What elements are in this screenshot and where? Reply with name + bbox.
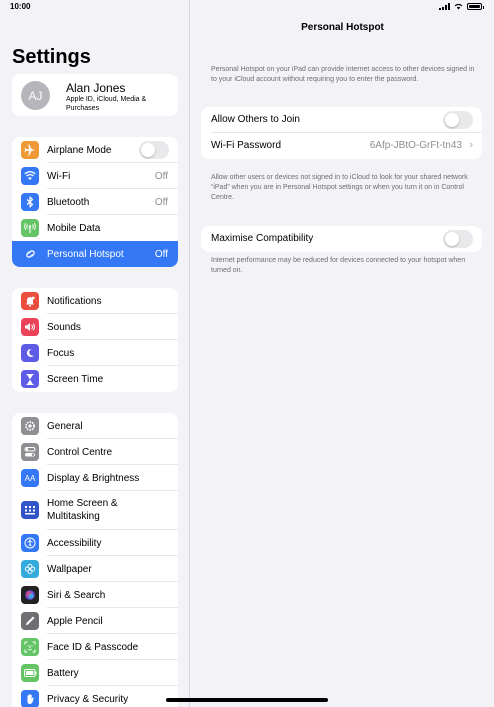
maximise-compatibility-note: Internet performance may be reduced for … bbox=[211, 257, 466, 274]
allow-others-row[interactable]: Allow Others to Join bbox=[201, 107, 482, 133]
airplane-mode-toggle[interactable] bbox=[139, 141, 169, 159]
settings-group-general: General Control Centre AA Display & Brig… bbox=[12, 413, 178, 707]
avatar: AJ bbox=[21, 81, 50, 110]
settings-title: Settings bbox=[12, 46, 91, 68]
personal-hotspot-status-value: Off bbox=[154, 248, 168, 260]
wifi-password-value: 6Afp-JBtO-GrFt-tn43 bbox=[369, 140, 462, 151]
sidebar-item-siri-search[interactable]: Siri & Search bbox=[12, 582, 178, 608]
bell-icon bbox=[21, 292, 39, 310]
sidebar-item-wifi[interactable]: Wi-Fi Off bbox=[12, 163, 178, 189]
sidebar-item-label: Notifications bbox=[47, 295, 102, 307]
sidebar-item-label: Display & Brightness bbox=[47, 472, 140, 484]
wifi-password-label: Wi-Fi Password bbox=[211, 140, 282, 151]
sidebar-item-label: Apple Pencil bbox=[47, 615, 103, 627]
sidebar-item-label: Wallpaper bbox=[47, 563, 92, 575]
switches-icon bbox=[21, 443, 39, 461]
sidebar-item-label: Bluetooth bbox=[47, 196, 90, 208]
settings-group-connectivity: Airplane Mode Wi-Fi Off Bluetooth Off Mo… bbox=[12, 137, 178, 267]
sidebar-item-notifications[interactable]: Notifications bbox=[12, 288, 178, 314]
sidebar-item-label: Siri & Search bbox=[47, 589, 106, 601]
sidebar-item-general[interactable]: General bbox=[12, 413, 178, 439]
sidebar-item-accessibility[interactable]: Accessibility bbox=[12, 530, 178, 556]
allow-others-toggle[interactable] bbox=[443, 111, 473, 129]
sidebar-item-display-brightness[interactable]: AA Display & Brightness bbox=[12, 465, 178, 491]
hourglass-icon bbox=[21, 370, 39, 388]
sidebar-item-label: Battery bbox=[47, 667, 79, 679]
allow-others-note: Allow other users or devices not signed … bbox=[211, 174, 468, 201]
compatibility-group: Maximise Compatibility bbox=[201, 226, 482, 252]
allow-others-label: Allow Others to Join bbox=[211, 114, 300, 125]
home-indicator[interactable] bbox=[166, 698, 328, 702]
personal-hotspot-panel: Personal Hotspot Personal Hotspot on you… bbox=[191, 0, 494, 707]
bluetooth-status-value: Off bbox=[154, 196, 168, 208]
battery-icon bbox=[21, 664, 39, 682]
apple-id-profile[interactable]: AJ Alan Jones Apple ID, iCloud, Media & … bbox=[12, 74, 178, 116]
sidebar-item-label: Wi-Fi bbox=[47, 170, 71, 182]
sidebar-item-privacy-security[interactable]: Privacy & Security bbox=[12, 686, 178, 707]
sidebar-item-personal-hotspot[interactable]: Personal Hotspot Off bbox=[12, 241, 178, 267]
sidebar-item-label: Focus bbox=[47, 347, 75, 359]
sidebar-item-label: Screen Time bbox=[47, 373, 104, 385]
page-title: Personal Hotspot bbox=[301, 22, 384, 33]
maximise-compatibility-label: Maximise Compatibility bbox=[211, 233, 314, 244]
bluetooth-icon bbox=[21, 193, 39, 211]
sidebar-item-apple-pencil[interactable]: Apple Pencil bbox=[12, 608, 178, 634]
moon-icon bbox=[21, 344, 39, 362]
wifi-status-value: Off bbox=[154, 170, 168, 182]
wifi-icon bbox=[21, 167, 39, 185]
hotspot-icon bbox=[21, 245, 39, 263]
sidebar-item-label: Accessibility bbox=[47, 537, 102, 549]
sidebar-item-screen-time[interactable]: Screen Time bbox=[12, 366, 178, 392]
speaker-icon bbox=[21, 318, 39, 336]
text-size-icon: AA bbox=[21, 469, 39, 487]
sidebar-item-label: Mobile Data bbox=[47, 222, 101, 234]
siri-icon bbox=[21, 586, 39, 604]
sidebar-item-mobile-data[interactable]: Mobile Data bbox=[12, 215, 178, 241]
sidebar-item-label: Sounds bbox=[47, 321, 81, 333]
sidebar-item-label: Personal Hotspot bbox=[47, 248, 124, 260]
sidebar-item-sounds[interactable]: Sounds bbox=[12, 314, 178, 340]
sidebar-item-label: Face ID & Passcode bbox=[47, 641, 139, 653]
profile-name: Alan Jones bbox=[66, 81, 126, 95]
chevron-right-icon: › bbox=[469, 139, 473, 151]
maximise-compatibility-row[interactable]: Maximise Compatibility bbox=[201, 226, 482, 252]
antenna-icon bbox=[21, 219, 39, 237]
sidebar-item-wallpaper[interactable]: Wallpaper bbox=[12, 556, 178, 582]
sidebar-item-label: General bbox=[47, 420, 83, 432]
sidebar-item-focus[interactable]: Focus bbox=[12, 340, 178, 366]
wifi-password-row[interactable]: Wi-Fi Password 6Afp-JBtO-GrFt-tn43 › bbox=[201, 133, 482, 159]
sidebar: Settings AJ Alan Jones Apple ID, iCloud,… bbox=[0, 0, 190, 707]
hotspot-settings-group: Allow Others to Join Wi-Fi Password 6Afp… bbox=[201, 107, 482, 159]
sidebar-item-home-screen-multitasking[interactable]: Home Screen & Multitasking bbox=[12, 491, 178, 530]
sidebar-item-face-id-passcode[interactable]: Face ID & Passcode bbox=[12, 634, 178, 660]
sidebar-item-label: Control Centre bbox=[47, 446, 113, 458]
accessibility-icon bbox=[21, 534, 39, 552]
pencil-icon bbox=[21, 612, 39, 630]
settings-group-notifications: Notifications Sounds Focus Screen Time bbox=[12, 288, 178, 392]
flower-icon bbox=[21, 560, 39, 578]
sidebar-item-label: Privacy & Security bbox=[47, 693, 129, 705]
sidebar-item-bluetooth[interactable]: Bluetooth Off bbox=[12, 189, 178, 215]
sidebar-item-label: Airplane Mode bbox=[47, 144, 112, 156]
hotspot-intro-text: Personal Hotspot on your iPad can provid… bbox=[211, 66, 475, 83]
grid-icon bbox=[21, 501, 39, 519]
gear-icon bbox=[21, 417, 39, 435]
maximise-compatibility-toggle[interactable] bbox=[443, 230, 473, 248]
sidebar-item-battery[interactable]: Battery bbox=[12, 660, 178, 686]
sidebar-item-airplane-mode[interactable]: Airplane Mode bbox=[12, 137, 178, 163]
profile-subtitle: Apple ID, iCloud, Media & Purchases bbox=[66, 96, 147, 112]
airplane-icon bbox=[21, 141, 39, 159]
face-id-icon bbox=[21, 638, 39, 656]
sidebar-item-control-centre[interactable]: Control Centre bbox=[12, 439, 178, 465]
sidebar-item-label: Home Screen & Multitasking bbox=[47, 498, 118, 522]
hand-icon bbox=[21, 690, 39, 707]
